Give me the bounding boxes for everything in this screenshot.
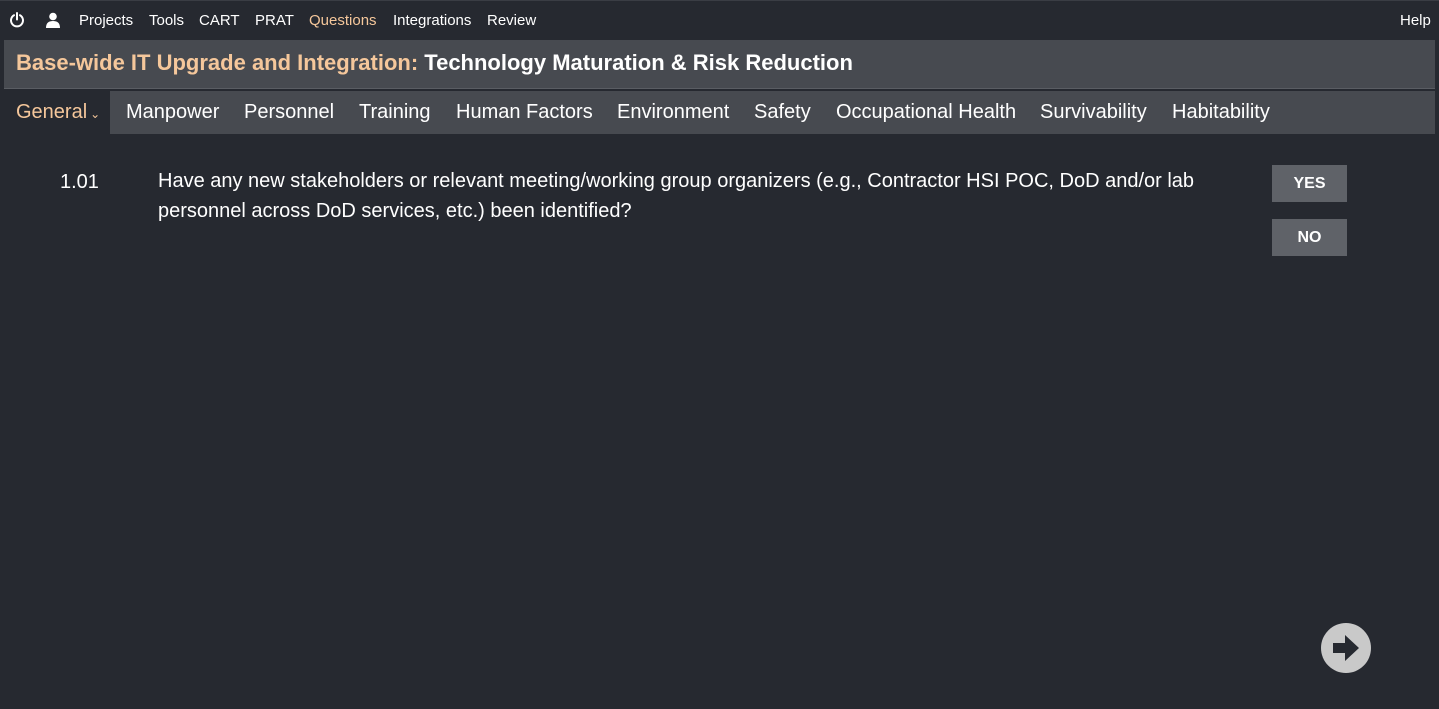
tab-personnel[interactable]: Personnel — [244, 91, 334, 134]
tab-occupational-health[interactable]: Occupational Health — [836, 91, 1016, 134]
nav-help[interactable]: Help — [1400, 12, 1431, 30]
no-button[interactable]: NO — [1272, 219, 1347, 256]
tab-training[interactable]: Training — [359, 91, 431, 134]
yes-button[interactable]: YES — [1272, 165, 1347, 202]
phase-name: Technology Maturation & Risk Reduction — [424, 50, 853, 75]
tab-habitability[interactable]: Habitability — [1172, 91, 1270, 134]
tab-human-factors[interactable]: Human Factors — [456, 91, 593, 134]
nav-prat[interactable]: PRAT — [255, 12, 294, 30]
arrow-right-icon — [1333, 635, 1359, 661]
tab-survivability[interactable]: Survivability — [1040, 91, 1147, 134]
tab-label: General — [16, 101, 88, 123]
nav-questions[interactable]: Questions — [309, 12, 377, 30]
user-icon[interactable] — [45, 12, 61, 28]
question-number: 1.01 — [60, 171, 99, 193]
nav-projects[interactable]: Projects — [79, 12, 133, 30]
chevron-down-icon: ⌄ — [90, 107, 101, 121]
nav-tools[interactable]: Tools — [149, 12, 184, 30]
tab-environment[interactable]: Environment — [617, 91, 729, 134]
nav-review[interactable]: Review — [487, 12, 536, 30]
nav-cart[interactable]: CART — [199, 12, 240, 30]
tab-manpower[interactable]: Manpower — [126, 91, 219, 134]
tab-general[interactable]: General ⌄ — [4, 91, 111, 134]
tab-safety[interactable]: Safety — [754, 91, 811, 134]
next-button[interactable] — [1321, 623, 1371, 673]
domain-tab-bar: General ⌄ Manpower Personnel Training Hum… — [4, 91, 1435, 134]
project-name: Base-wide IT Upgrade and Integration: — [16, 50, 419, 75]
nav-integrations[interactable]: Integrations — [393, 12, 471, 30]
question-text: Have any new stakeholders or relevant me… — [158, 170, 1195, 222]
page-title: Base-wide IT Upgrade and Integration: Te… — [16, 50, 853, 76]
top-nav-bar: Projects Tools CART PRAT Questions Integ… — [0, 0, 1439, 40]
project-title-bar: Base-wide IT Upgrade and Integration: Te… — [4, 40, 1435, 89]
power-icon[interactable] — [9, 12, 25, 28]
